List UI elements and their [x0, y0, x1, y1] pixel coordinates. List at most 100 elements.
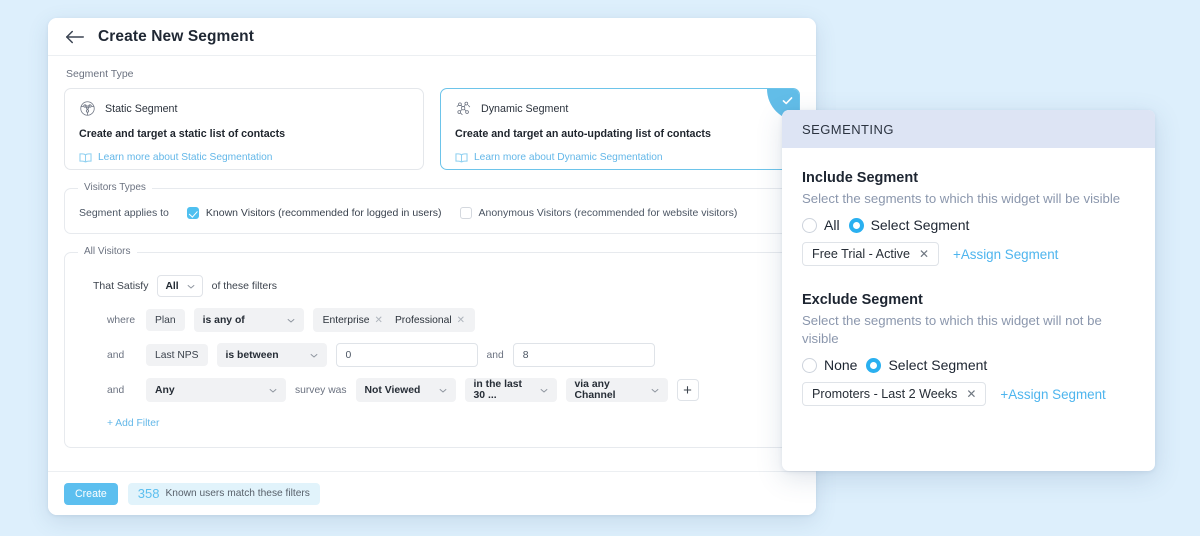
dynamic-learn-more-link[interactable]: Learn more about Dynamic Segmentation [455, 152, 785, 163]
all-visitors-legend: All Visitors [78, 246, 137, 257]
card-header: Create New Segment [48, 18, 816, 56]
segmenting-panel-header: SEGMENTING [782, 110, 1155, 148]
exclude-radio-group: None Select Segment [802, 357, 1135, 373]
checkbox-box [186, 207, 199, 219]
filter-conjunction: and [107, 349, 125, 361]
filter-tag[interactable]: Enterprise ✕ [319, 315, 387, 326]
static-learn-more-link[interactable]: Learn more about Static Segmentation [79, 152, 409, 163]
card-footer: Create 358 Known users match these filte… [48, 471, 816, 515]
dynamic-learn-more-label: Learn more about Dynamic Segmentation [474, 152, 663, 163]
filter-tag-label: Professional [394, 314, 452, 326]
plus-icon: + [683, 381, 692, 399]
page-title: Create New Segment [98, 27, 254, 45]
filter-conjunction: and [107, 384, 125, 396]
filter-operator-value: is any of [202, 314, 245, 326]
nps-low-input[interactable] [335, 343, 478, 367]
close-icon[interactable]: ✕ [966, 387, 976, 401]
exclude-segment-subtitle: Select the segments to which this widget… [802, 313, 1102, 346]
network-nodes-icon [455, 100, 472, 117]
filter-tag-list: Enterprise ✕ Professional ✕ [312, 308, 475, 332]
create-button[interactable]: Create [64, 482, 118, 505]
dynamic-card-description: Create and target an auto-updating list … [455, 128, 711, 140]
chevron-down-icon [269, 388, 277, 393]
exclude-assign-row: Promoters - Last 2 Weeks ✕ +Assign Segme… [802, 382, 1135, 407]
filter-field: Last NPS [146, 344, 208, 366]
include-radio-all[interactable]: All [802, 217, 840, 233]
include-radio-group: All Select Segment [802, 217, 1135, 233]
segmenting-panel: SEGMENTING Include Segment Select the se… [782, 110, 1155, 471]
card-body: Segment Type Static Segment Create and t… [48, 56, 816, 448]
satisfy-value: All [165, 280, 179, 292]
viewed-state-value: Not Viewed [364, 384, 421, 396]
satisfy-prefix: That Satisfy [93, 280, 149, 292]
app-stage: Create New Segment Segment Type Static S… [0, 0, 1200, 536]
chevron-down-icon [650, 388, 659, 393]
filter-conjunction: where [107, 314, 136, 326]
satisfy-row: That Satisfy All of these filters [93, 275, 785, 297]
channel-select[interactable]: via any Channel [565, 378, 668, 402]
book-icon [79, 152, 92, 163]
match-count-text: Known users match these filters [165, 488, 310, 499]
survey-select[interactable]: Any [146, 378, 286, 402]
arrow-left-icon[interactable] [64, 28, 86, 46]
segment-type-label: Segment Type [66, 68, 134, 80]
exclude-radio-none-label: None [824, 357, 858, 374]
include-assign-segment-link[interactable]: +Assign Segment [953, 247, 1058, 262]
include-assign-row: Free Trial - Active ✕ +Assign Segment [802, 242, 1135, 267]
filter-tag[interactable]: Professional ✕ [391, 315, 469, 326]
exclude-segment-chip[interactable]: Promoters - Last 2 Weeks ✕ [802, 382, 987, 407]
add-filter-link[interactable]: + Add Filter [107, 418, 785, 429]
exclude-assign-segment-link[interactable]: +Assign Segment [1000, 387, 1105, 402]
close-icon[interactable]: ✕ [919, 247, 929, 261]
radio-circle [848, 217, 864, 233]
include-segment-title: Include Segment [802, 170, 919, 186]
static-learn-more-label: Learn more about Static Segmentation [98, 152, 273, 163]
close-icon[interactable]: ✕ [375, 315, 383, 326]
visitors-types-row: Segment applies to Known Visitors (recom… [79, 207, 785, 219]
segmenting-panel-title: SEGMENTING [802, 121, 894, 137]
match-count: 358 [137, 486, 160, 501]
chevron-down-icon [309, 353, 318, 358]
survey-select-value: Any [155, 384, 175, 396]
filter-tag-label: Enterprise [322, 314, 370, 326]
create-segment-card: Create New Segment Segment Type Static S… [48, 18, 816, 515]
filter-operator-value: is between [225, 349, 279, 361]
exclude-radio-none[interactable]: None [802, 357, 857, 373]
book-icon [455, 152, 468, 163]
include-segment-chip[interactable]: Free Trial - Active ✕ [802, 242, 940, 267]
between-and-label: and [486, 349, 504, 361]
satisfy-select[interactable]: All [157, 275, 203, 297]
static-card-description: Create and target a static list of conta… [79, 128, 286, 140]
filter-row: and Last NPS is between and [107, 343, 785, 367]
add-condition-button[interactable]: + [676, 379, 699, 401]
radio-circle [802, 217, 817, 233]
exclude-segment-title: Exclude Segment [802, 292, 923, 309]
filter-row: where Plan is any of Enterprise ✕ Profes… [107, 308, 785, 332]
filter-operator-select[interactable]: is between [216, 343, 327, 367]
close-icon[interactable]: ✕ [457, 315, 465, 326]
visitors-types-fieldset: Visitors Types Segment applies to Known … [64, 182, 800, 234]
segment-type-options: Static Segment Create and target a stati… [64, 88, 800, 170]
satisfy-suffix: of these filters [211, 280, 277, 292]
chevron-down-icon [438, 388, 447, 393]
timeframe-select[interactable]: in the last 30 ... [464, 378, 557, 402]
dynamic-card-head: Dynamic Segment [455, 100, 785, 117]
include-radio-select-label: Select Segment [870, 217, 970, 234]
radio-circle [802, 357, 817, 373]
viewed-state-select[interactable]: Not Viewed [355, 378, 456, 402]
segmenting-panel-body: Include Segment Select the segments to w… [782, 148, 1155, 407]
dynamic-card-title: Dynamic Segment [481, 102, 569, 115]
filter-operator-select[interactable]: is any of [193, 308, 304, 332]
dynamic-segment-card[interactable]: Dynamic Segment Create and target an aut… [440, 88, 800, 170]
nps-high-input[interactable] [512, 343, 655, 367]
static-segment-card[interactable]: Static Segment Create and target a stati… [64, 88, 424, 170]
timeframe-value: in the last 30 ... [473, 379, 523, 401]
anonymous-visitors-label: Anonymous Visitors (recommended for webs… [478, 207, 738, 219]
anonymous-visitors-checkbox[interactable]: Anonymous Visitors (recommended for webs… [459, 207, 738, 219]
include-radio-select[interactable]: Select Segment [848, 217, 970, 234]
checkbox-box [459, 207, 472, 219]
known-visitors-checkbox[interactable]: Known Visitors (recommended for logged i… [186, 207, 442, 219]
channel-value: via any Channel [574, 379, 616, 401]
exclude-radio-select[interactable]: Select Segment [866, 357, 987, 373]
static-card-title: Static Segment [105, 102, 178, 115]
